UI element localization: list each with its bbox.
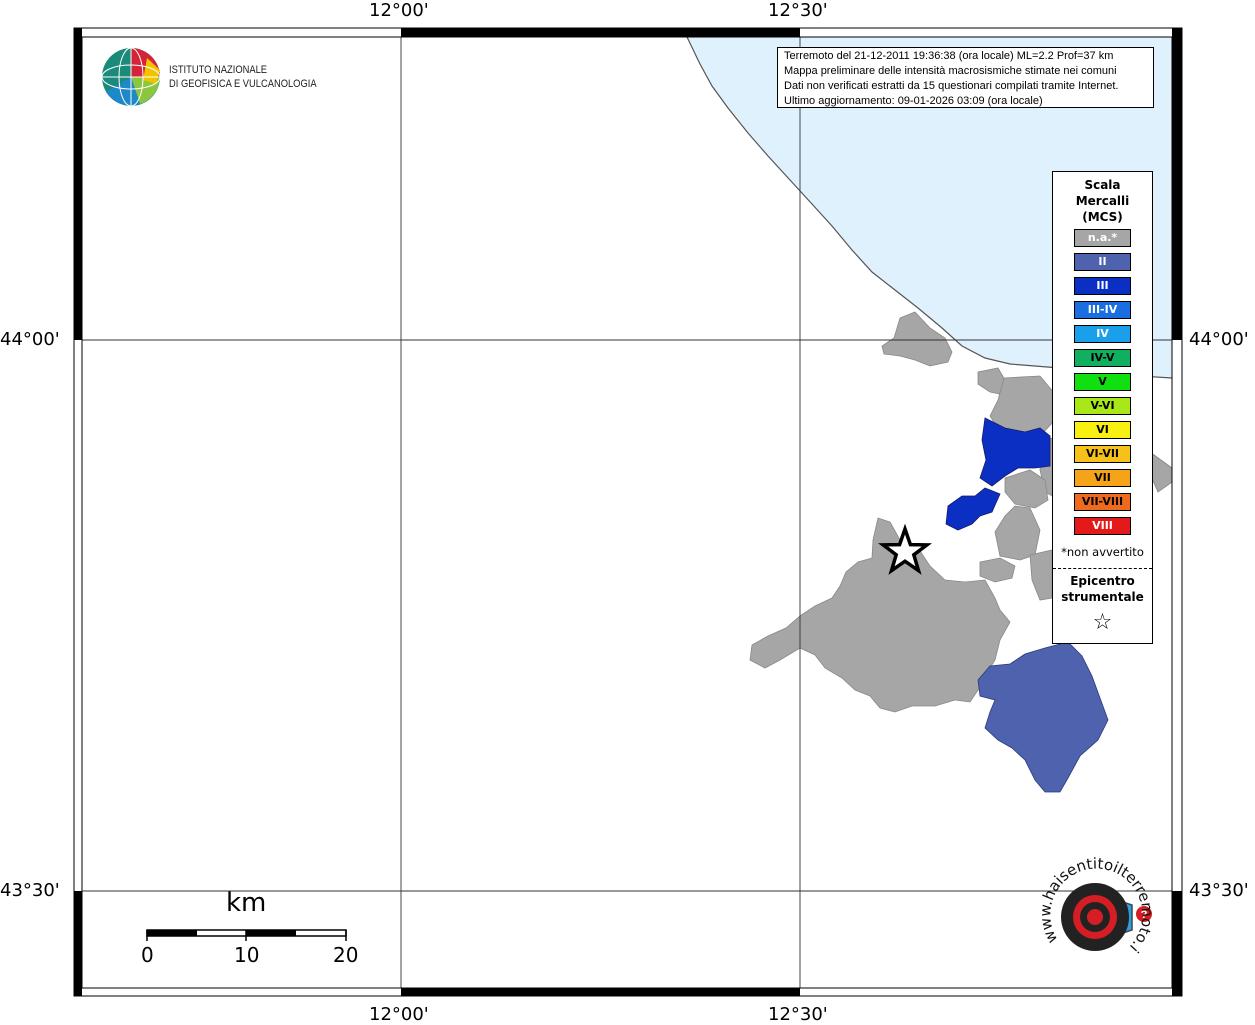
legend-swatch: VII [1074,469,1131,487]
info-line1: Terremoto del 21-12-2011 19:36:38 (ora l… [784,50,1114,62]
scale-tick-20: 20 [333,943,359,967]
right-lat-label-2: 43°30' [1189,880,1249,901]
intensity-legend: Scala Mercalli (MCS) n.a.* II III III-IV IV I… [1052,171,1153,644]
municipality-na [1029,549,1053,601]
legend-star-icon: ☆ [1092,610,1113,635]
info-line3: Dati non verificati estratti da 15 quest… [784,80,1119,92]
legend-title-line: Mercalli [1075,194,1130,208]
ingv-globe-icon [101,47,161,107]
legend-title-line: Scala [1084,178,1121,192]
left-lat-label-1: 44°00' [0,329,60,350]
legend-swatch: VIII [1074,517,1131,535]
scale-tick-0: 0 [141,943,154,967]
municipality-na [1149,451,1173,493]
municipality-na [749,517,1011,713]
legend-swatch: III-IV [1074,301,1131,319]
legend-swatch: IV-V [1074,349,1131,367]
legend-title: Scala Mercalli (MCS) [1053,177,1152,225]
bottom-lon-label-1: 12°00' [369,1004,429,1025]
municipalities-intensity-II [977,641,1109,793]
legend-swatch: V [1074,373,1131,391]
legend-swatch: IV [1074,325,1131,343]
right-lat-label-1: 44°00' [1189,329,1249,350]
institute-name: ISTITUTO NAZIONALE DI GEOFISICA E VULCAN… [169,63,317,91]
municipality-III [945,487,1001,531]
municipality-II [977,641,1109,793]
municipality-na [979,557,1016,583]
legend-epicenter-line: Epicentro [1070,574,1135,588]
scale-unit-label: km [226,888,267,918]
top-lon-label-2: 12°30' [768,0,828,21]
legend-swatch: VII-VIII [1074,493,1131,511]
legend-epicenter-label: Epicentro strumentale [1053,573,1152,605]
left-lat-label-2: 43°30' [0,880,60,901]
municipality-na [994,505,1041,561]
institute-line1: ISTITUTO NAZIONALE [169,64,268,76]
legend-swatch: n.a.* [1074,229,1131,247]
scale-bar [146,929,347,941]
legend-note: *non avvertito [1061,545,1144,559]
top-lon-label-1: 12°00' [369,0,429,21]
info-line4: Ultimo aggiornamento: 09-01-2026 03:09 (… [784,95,1043,107]
event-info-box: Terremoto del 21-12-2011 19:36:38 (ora l… [777,47,1154,108]
legend-divider [1053,568,1152,569]
scale-tick-10: 10 [234,943,260,967]
bottom-lon-label-2: 12°30' [768,1004,828,1025]
legend-epicenter-line: strumentale [1061,590,1144,604]
legend-swatch: VI [1074,421,1131,439]
institute-line2: DI GEOFISICA E VULCANOLOGIA [169,78,317,90]
legend-swatch: II [1074,253,1131,271]
legend-swatch: VI-VII [1074,445,1131,463]
info-line2: Mappa preliminare delle intensità macros… [784,65,1117,77]
legend-swatch: III [1074,277,1131,295]
legend-swatch: V-VI [1074,397,1131,415]
legend-title-line: (MCS) [1082,210,1123,224]
